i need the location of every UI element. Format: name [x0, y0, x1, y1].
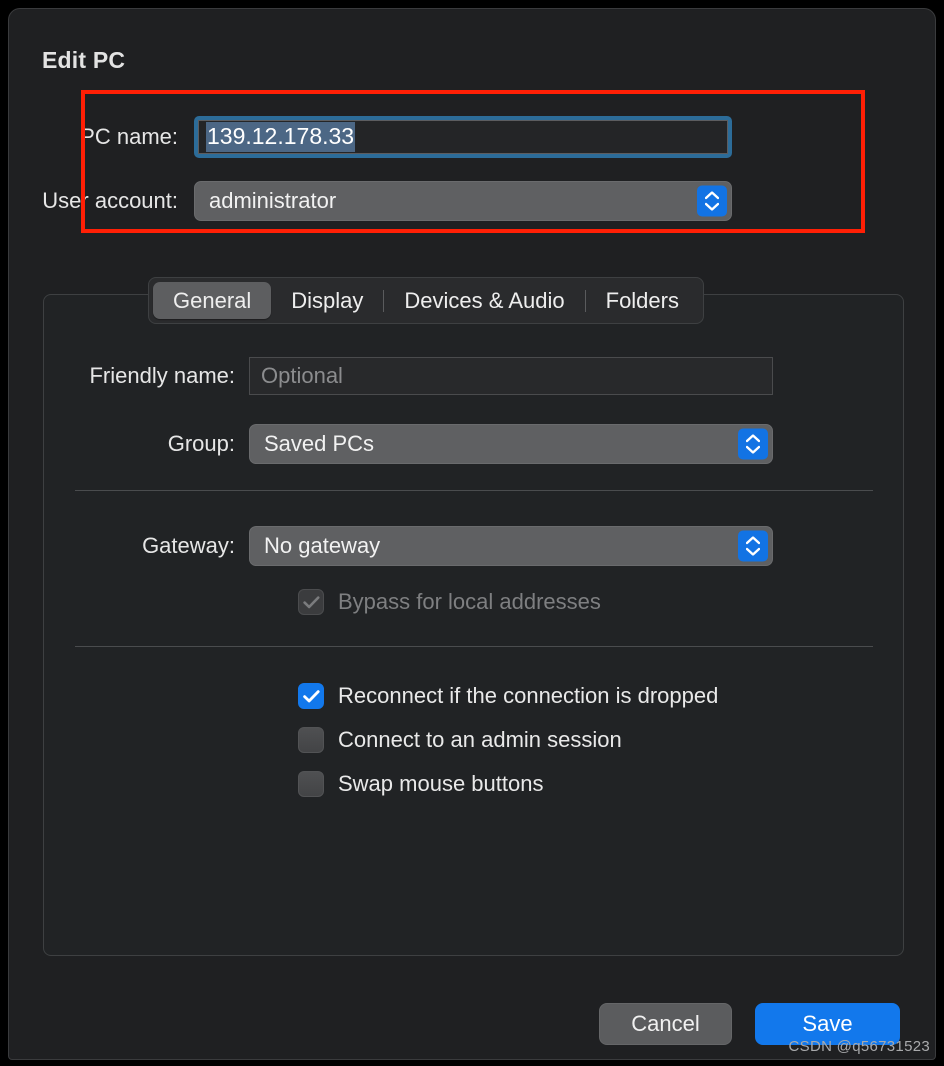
- checkbox-unchecked-icon: [298, 727, 324, 753]
- admin-session-label: Connect to an admin session: [338, 727, 622, 752]
- page-title: Edit PC: [42, 47, 126, 73]
- reconnect-checkbox[interactable]: Reconnect if the connection is dropped: [298, 683, 718, 709]
- divider-1: [75, 490, 873, 491]
- chevron-up-down-icon: [738, 530, 768, 562]
- pc-name-label: PC name:: [80, 124, 178, 149]
- reconnect-label: Reconnect if the connection is dropped: [338, 683, 719, 708]
- group-value: Saved PCs: [264, 431, 375, 456]
- pc-name-input[interactable]: 139.12.178.33: [194, 116, 732, 158]
- bypass-local-addresses-checkbox: Bypass for local addresses: [298, 589, 601, 615]
- tab-devices-audio[interactable]: Devices & Audio: [384, 282, 584, 319]
- watermark: CSDN @q56731523: [788, 1038, 930, 1055]
- tab-general[interactable]: General: [153, 282, 272, 319]
- checkbox-checked-disabled-icon: [298, 589, 324, 615]
- group-label: Group:: [167, 431, 235, 456]
- group-select[interactable]: Saved PCs: [249, 424, 773, 464]
- user-account-label: User account:: [42, 188, 178, 213]
- tab-folders[interactable]: Folders: [586, 282, 699, 319]
- tab-display[interactable]: Display: [271, 282, 383, 319]
- swap-mouse-buttons-label: Swap mouse buttons: [338, 771, 544, 796]
- pc-name-row: PC name: 139.12.178.33: [9, 116, 732, 158]
- friendly-name-input[interactable]: Optional: [249, 357, 773, 395]
- gateway-row: Gateway: No gateway: [34, 526, 773, 566]
- general-tab-panel: Friendly name: Optional Group: Saved PCs…: [43, 294, 904, 956]
- user-account-select[interactable]: administrator: [194, 181, 732, 221]
- admin-session-checkbox[interactable]: Connect to an admin session: [298, 727, 622, 753]
- friendly-name-row: Friendly name: Optional: [34, 357, 773, 395]
- edit-pc-dialog: Edit PC PC name: 139.12.178.33 User acco…: [8, 8, 936, 1060]
- tab-bar: General Display Devices & Audio Folders: [148, 277, 704, 324]
- chevron-up-down-icon: [738, 428, 768, 460]
- gateway-value: No gateway: [264, 533, 381, 558]
- checkbox-unchecked-icon: [298, 771, 324, 797]
- divider-2: [75, 646, 873, 647]
- friendly-name-placeholder: Optional: [261, 363, 343, 388]
- bypass-local-addresses-label: Bypass for local addresses: [338, 589, 601, 614]
- cancel-button[interactable]: Cancel: [599, 1003, 732, 1045]
- checkbox-checked-icon: [298, 683, 324, 709]
- pc-name-value: 139.12.178.33: [206, 122, 356, 152]
- chevron-up-down-icon: [697, 185, 727, 217]
- pc-name-input-inner[interactable]: 139.12.178.33: [198, 120, 728, 154]
- friendly-name-label: Friendly name:: [89, 363, 235, 388]
- user-account-row: User account: administrator: [9, 181, 732, 221]
- gateway-select[interactable]: No gateway: [249, 526, 773, 566]
- swap-mouse-buttons-checkbox[interactable]: Swap mouse buttons: [298, 771, 543, 797]
- group-row: Group: Saved PCs: [34, 424, 773, 464]
- user-account-value: administrator: [209, 188, 337, 213]
- gateway-label: Gateway:: [142, 533, 235, 558]
